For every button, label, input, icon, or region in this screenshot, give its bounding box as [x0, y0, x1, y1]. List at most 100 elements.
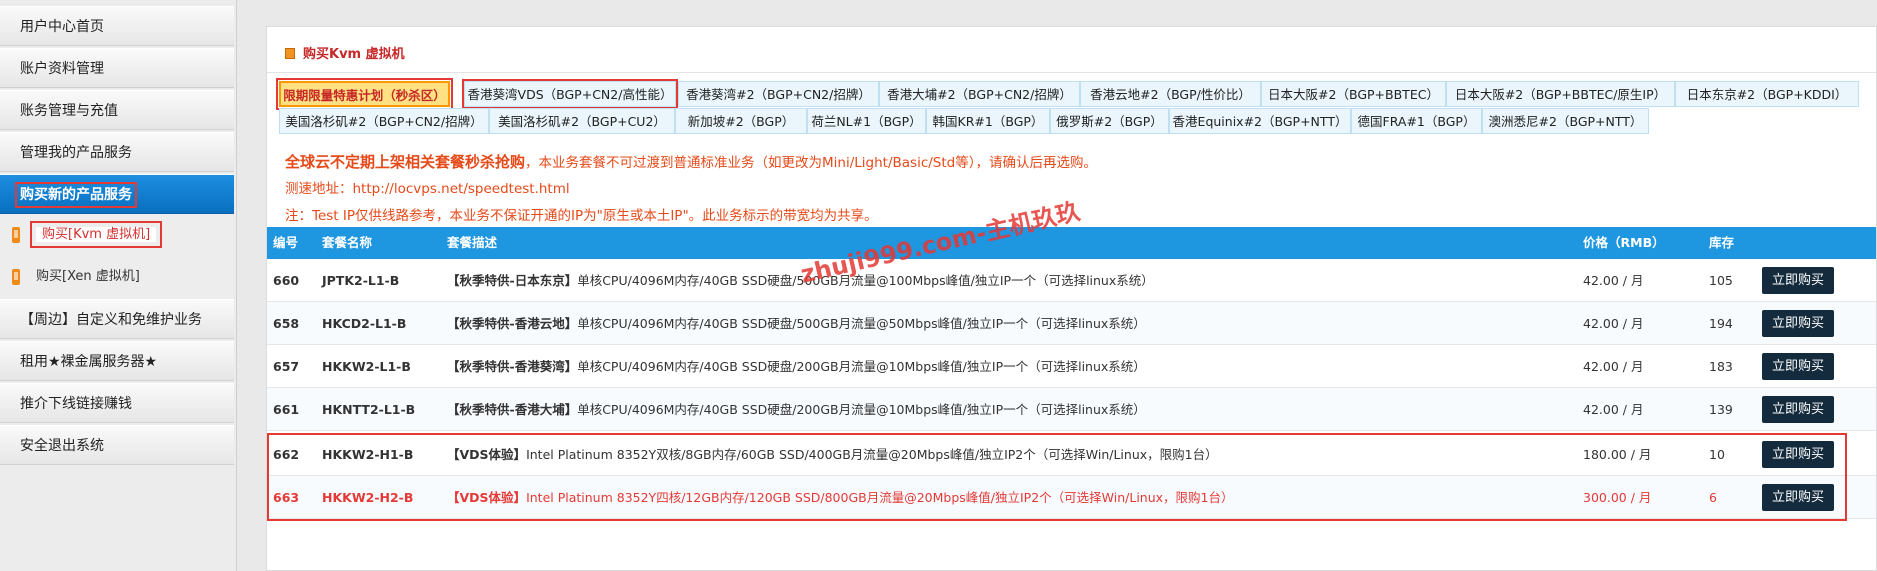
sidebar-item-buy-products[interactable]: 购买新的产品服务: [0, 174, 234, 214]
cell-id: 661: [273, 402, 300, 417]
cell-name: HKKW2-H2-B: [322, 490, 414, 505]
cell-name: HKCD2-L1-B: [322, 316, 407, 331]
sidebar-item-label: 安全退出系统: [20, 438, 104, 454]
desc-text: Intel Platinum 8352Y双核/8GB内存/60GB SSD/40…: [526, 447, 1218, 462]
cell-price: 42.00 / 月: [1583, 402, 1644, 417]
main-panel: 购买Kvm 虚拟机 限期限量特惠计划（秒杀区） 香港葵湾VDS（BGP+CN2/…: [266, 26, 1877, 571]
sidebar-item-custom-services[interactable]: 【周边】自定义和免维护业务: [0, 299, 234, 339]
sidebar-item-label: 购买新的产品服务: [15, 182, 137, 208]
cell-price: 180.00 / 月: [1583, 447, 1652, 462]
sidebar-item-billing[interactable]: 账务管理与充值: [0, 90, 234, 130]
sidebar-subitem-buy-kvm[interactable]: 购买[Kvm 虚拟机]: [0, 214, 234, 256]
sidebar-item-manage-products[interactable]: 管理我的产品服务: [0, 132, 234, 172]
desc-tag: 【VDS体验】: [447, 447, 527, 462]
tab-flash-sale[interactable]: 限期限量特惠计划（秒杀区）: [276, 78, 453, 110]
buy-now-button[interactable]: 立即购买: [1762, 353, 1834, 380]
cell-desc: 【秋季特供-香港云地】单核CPU/4096M内存/40GB SSD硬盘/500G…: [447, 302, 1146, 345]
orange-bar-icon: [12, 226, 20, 243]
desc-text: Intel Platinum 8352Y四核/12GB内存/120GB SSD/…: [526, 490, 1234, 505]
sidebar-item-account-profile[interactable]: 账户资料管理: [0, 48, 234, 88]
header-stock: 库存: [1709, 235, 1735, 250]
desc-tag: 【秋季特供-日本东京】: [447, 273, 578, 288]
header-price: 价格（RMB）: [1583, 235, 1665, 250]
tab-russia-2[interactable]: 俄罗斯#2（BGP）: [1050, 108, 1169, 134]
sidebar-subitem-label: 购买[Kvm 虚拟机]: [29, 221, 163, 248]
sidebar: 用户中心首页 账户资料管理 账务管理与充值 管理我的产品服务 购买新的产品服务 …: [0, 0, 237, 571]
notice-test-ip: 注：Test IP仅供线路参考，本业务不保证开通的IP为"原生或本土IP"。此业…: [285, 208, 878, 224]
desc-text: 单核CPU/4096M内存/40GB SSD硬盘/500GB月流量@50Mbps…: [577, 316, 1146, 331]
header-id: 编号: [273, 235, 299, 250]
desc-text: 单核CPU/4096M内存/40GB SSD硬盘/200GB月流量@10Mbps…: [577, 359, 1146, 374]
cell-stock: 10: [1709, 447, 1725, 462]
desc-tag: 【秋季特供-香港大埔】: [447, 402, 578, 417]
sidebar-item-label: 账务管理与充值: [20, 103, 118, 119]
desc-tag: 【秋季特供-香港葵湾】: [447, 359, 578, 374]
tab-hk-kwaiwan-vds[interactable]: 香港葵湾VDS（BGP+CN2/高性能）: [462, 79, 678, 109]
table-row: 661 HKNTT2-L1-B 【秋季特供-香港大埔】单核CPU/4096M内存…: [267, 388, 1876, 431]
notice-speedtest: 测速地址：http://locvps.net/speedtest.html: [285, 181, 570, 197]
tab-us-la-cn2[interactable]: 美国洛杉矶#2（BGP+CN2/招牌）: [279, 108, 489, 134]
sidebar-subitem-buy-xen[interactable]: 购买[Xen 虚拟机]: [0, 256, 234, 298]
cell-desc: 【VDS体验】Intel Platinum 8352Y双核/8GB内存/60GB…: [447, 433, 1218, 476]
sidebar-item-bare-metal[interactable]: 租用★裸金属服务器★: [0, 341, 234, 381]
table-row: 663 HKKW2-H2-B 【VDS体验】Intel Platinum 835…: [267, 476, 1876, 519]
cell-price: 42.00 / 月: [1583, 316, 1644, 331]
page-title-text: 购买Kvm 虚拟机: [303, 47, 405, 62]
divider: [267, 72, 1876, 73]
cell-id: 658: [273, 316, 300, 331]
cell-name: HKKW2-H1-B: [322, 447, 414, 462]
cell-stock: 6: [1709, 490, 1717, 505]
notice-text: ，本业务套餐不可过渡到普通标准业务（如更改为Mini/Light/Basic/S…: [525, 155, 1097, 171]
buy-now-button[interactable]: 立即购买: [1762, 310, 1834, 337]
table-header: 编号 套餐名称 套餐描述 价格（RMB） 库存: [267, 227, 1876, 259]
tab-germany-fra-1[interactable]: 德国FRA#1（BGP）: [1351, 108, 1482, 134]
notice-highlight: 全球云不定期上架相关套餐秒杀抢购: [285, 153, 526, 171]
cell-name: JPTK2-L1-B: [322, 273, 400, 288]
cell-id: 662: [273, 447, 300, 462]
tab-netherlands-1[interactable]: 荷兰NL#1（BGP）: [807, 108, 926, 134]
sidebar-item-label: 用户中心首页: [20, 19, 104, 35]
cell-desc: 【秋季特供-香港大埔】单核CPU/4096M内存/40GB SSD硬盘/200G…: [447, 388, 1146, 431]
table-row: 657 HKKW2-L1-B 【秋季特供-香港葵湾】单核CPU/4096M内存/…: [267, 345, 1876, 388]
desc-text: 单核CPU/4096M内存/40GB SSD硬盘/200GB月流量@10Mbps…: [577, 402, 1146, 417]
buy-now-button[interactable]: 立即购买: [1762, 441, 1834, 468]
cell-desc: 【VDS体验】Intel Platinum 8352Y四核/12GB内存/120…: [447, 476, 1234, 519]
sidebar-item-logout[interactable]: 安全退出系统: [0, 425, 234, 465]
cell-id: 663: [273, 490, 300, 505]
desc-tag: 【秋季特供-香港云地】: [447, 316, 578, 331]
tab-hk-taipo-2[interactable]: 香港大埔#2（BGP+CN2/招牌）: [879, 81, 1080, 107]
tab-hk-equinix-2[interactable]: 香港Equinix#2（BGP+NTT）: [1169, 108, 1351, 134]
sidebar-item-label: 管理我的产品服务: [20, 145, 132, 161]
tab-jp-osaka-2[interactable]: 日本大阪#2（BGP+BBTEC）: [1261, 81, 1446, 107]
tab-korea-1[interactable]: 韩国KR#1（BGP）: [926, 108, 1050, 134]
sidebar-item-label: 租用★裸金属服务器★: [20, 354, 158, 370]
buy-now-button[interactable]: 立即购买: [1762, 396, 1834, 423]
buy-now-button[interactable]: 立即购买: [1762, 484, 1834, 511]
notice-flash-sale: 全球云不定期上架相关套餐秒杀抢购，本业务套餐不可过渡到普通标准业务（如更改为Mi…: [285, 151, 1097, 172]
cell-stock: 194: [1709, 316, 1733, 331]
cell-stock: 139: [1709, 402, 1733, 417]
table-row: 662 HKKW2-H1-B 【VDS体验】Intel Platinum 835…: [267, 433, 1876, 476]
cell-id: 657: [273, 359, 300, 374]
tab-hk-cloud-2[interactable]: 香港云地#2（BGP/性价比）: [1080, 81, 1261, 107]
tab-jp-osaka-2-native[interactable]: 日本大阪#2（BGP+BBTEC/原生IP）: [1446, 81, 1675, 107]
tab-singapore-2[interactable]: 新加坡#2（BGP）: [675, 108, 807, 134]
tab-au-sydney-2[interactable]: 澳洲悉尼#2（BGP+NTT）: [1482, 108, 1649, 134]
desc-tag: 【VDS体验】: [447, 490, 527, 505]
sidebar-item-home[interactable]: 用户中心首页: [0, 6, 234, 46]
buy-now-button[interactable]: 立即购买: [1762, 267, 1834, 294]
cell-price: 42.00 / 月: [1583, 273, 1644, 288]
tab-hk-kwaiwan-2[interactable]: 香港葵湾#2（BGP+CN2/招牌）: [678, 81, 879, 107]
table-row: 660 JPTK2-L1-B 【秋季特供-日本东京】单核CPU/4096M内存/…: [267, 259, 1876, 302]
cell-name: HKNTT2-L1-B: [322, 402, 416, 417]
cell-stock: 183: [1709, 359, 1733, 374]
orange-bar-icon: [12, 268, 20, 285]
tab-jp-tokyo-2[interactable]: 日本东京#2（BGP+KDDI）: [1675, 81, 1859, 107]
cell-id: 660: [273, 273, 300, 288]
square-bullet-icon: [285, 48, 295, 59]
tab-us-la-cu2[interactable]: 美国洛杉矶#2（BGP+CU2）: [489, 108, 675, 134]
sidebar-item-referral[interactable]: 推介下线链接赚钱: [0, 383, 234, 423]
sidebar-item-label: 推介下线链接赚钱: [20, 396, 132, 412]
table-row: 658 HKCD2-L1-B 【秋季特供-香港云地】单核CPU/4096M内存/…: [267, 302, 1876, 345]
sidebar-item-label: 【周边】自定义和免维护业务: [20, 312, 202, 328]
